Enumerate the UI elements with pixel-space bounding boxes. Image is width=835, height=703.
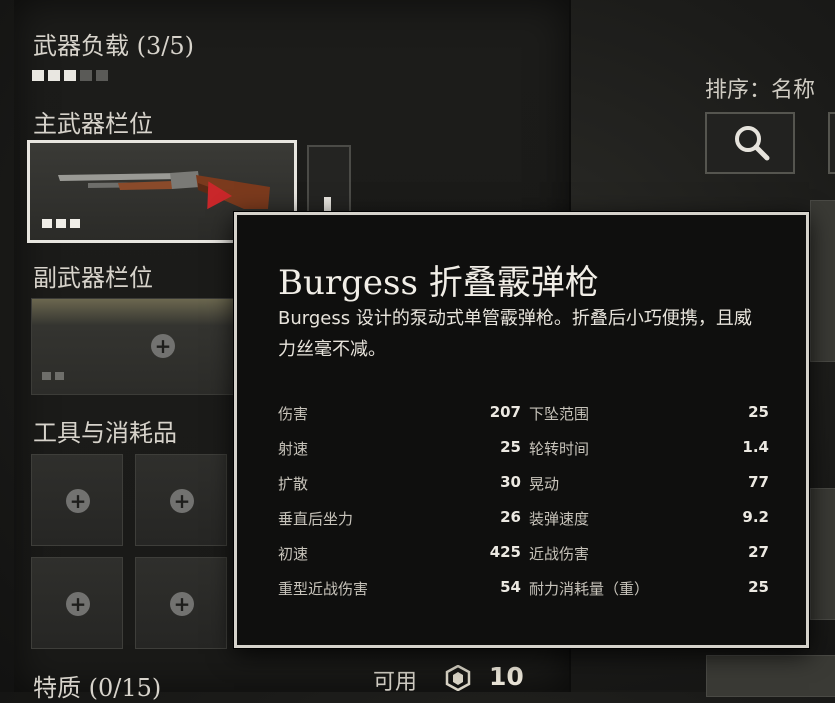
available-points: 10 xyxy=(489,662,524,691)
add-icon: + xyxy=(170,592,194,616)
sort-label[interactable]: 排序：名称 xyxy=(705,72,815,104)
stat-label: 近战伤害 xyxy=(529,545,590,563)
slot-size-indicator xyxy=(42,365,68,384)
weight-pip xyxy=(48,70,60,81)
stat-value: 9.2 xyxy=(742,508,769,526)
consumable-slot[interactable]: + xyxy=(135,557,227,649)
stat-label: 晃动 xyxy=(529,475,560,493)
secondary-weapon-slot[interactable]: + xyxy=(31,298,238,395)
weight-pip xyxy=(80,70,92,81)
add-icon: + xyxy=(170,489,194,513)
search-button[interactable] xyxy=(705,112,795,174)
stat-label: 初速 xyxy=(278,545,309,563)
primary-slot-label: 主武器栏位 xyxy=(33,110,153,138)
stat-value: 1.4 xyxy=(742,438,769,456)
stat-label: 扩散 xyxy=(278,475,309,493)
stat-value: 77 xyxy=(748,473,769,491)
stat-value: 27 xyxy=(748,543,769,561)
stat-value: 30 xyxy=(500,473,521,491)
stat-label: 装弹速度 xyxy=(529,510,590,528)
stat-label: 耐力消耗量（重） xyxy=(529,580,650,598)
consumable-slot[interactable]: + xyxy=(31,557,123,649)
item-card[interactable] xyxy=(810,488,835,620)
weapon-description: Burgess 设计的泵动式单管霰弹枪。折叠后小巧便携，且威力丝毫不减。 xyxy=(278,308,752,360)
filter-button[interactable] xyxy=(828,112,835,174)
stat-label: 垂直后坐力 xyxy=(278,510,354,528)
stat-value: 207 xyxy=(489,403,521,421)
stat-label: 轮转时间 xyxy=(529,440,590,458)
search-icon xyxy=(735,126,770,161)
stat-label: 下坠范围 xyxy=(529,405,590,423)
secondary-slot-label: 副武器栏位 xyxy=(33,264,153,292)
weight-pip xyxy=(64,70,76,81)
item-card[interactable] xyxy=(706,655,835,697)
available-label: 可用 xyxy=(373,670,418,695)
stat-label: 重型近战伤害 xyxy=(278,580,369,598)
add-icon: + xyxy=(151,334,175,358)
weight-pips xyxy=(32,70,108,81)
stat-value: 25 xyxy=(500,438,521,456)
add-icon: + xyxy=(66,592,90,616)
upgrade-points-icon xyxy=(445,665,471,691)
stat-value: 425 xyxy=(489,543,521,561)
item-card[interactable] xyxy=(810,200,835,362)
stat-label: 伤害 xyxy=(278,405,309,423)
tools-label: 工具与消耗品 xyxy=(33,419,177,447)
stat-value: 25 xyxy=(748,403,769,421)
ammo-dots xyxy=(42,219,80,228)
weapon-name: Burgess 折叠霰弹枪 xyxy=(278,263,599,303)
add-icon: + xyxy=(66,489,90,513)
stat-value: 26 xyxy=(500,508,521,526)
weight-pip xyxy=(32,70,44,81)
traits-label: 特质 (0/15) xyxy=(33,674,162,702)
stat-value: 25 xyxy=(748,578,769,596)
weapon-tooltip: Burgess 折叠霰弹枪 Burgess 设计的泵动式单管霰弹枪。折叠后小巧便… xyxy=(234,212,809,648)
stat-label: 射速 xyxy=(278,440,309,458)
tool-slot[interactable]: + xyxy=(135,454,227,546)
weight-pip xyxy=(96,70,108,81)
weapons-title: 武器负载 (3/5) xyxy=(33,32,194,60)
stat-value: 54 xyxy=(500,578,521,596)
tool-slot[interactable]: + xyxy=(31,454,123,546)
